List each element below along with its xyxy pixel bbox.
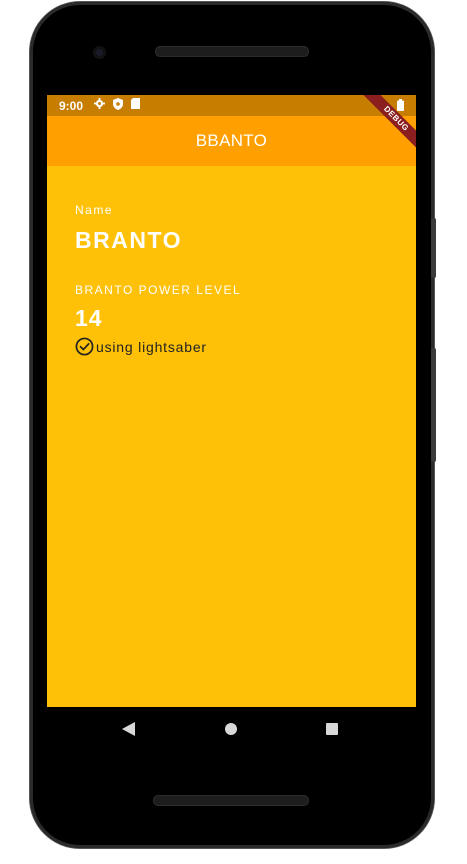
recents-icon[interactable] [326, 723, 338, 735]
app-bar-title: BBANTO [195, 131, 268, 150]
status-time: 9:00 [59, 99, 84, 113]
app-screen: 9:00 BBANTO DEBUG Name BRANTO BRANTO POW… [47, 95, 416, 707]
power-button [431, 348, 436, 462]
system-nav-bar [47, 707, 416, 752]
status-bar: 9:00 [47, 95, 416, 116]
name-value: BRANTO [75, 227, 182, 253]
name-label: Name [75, 203, 114, 217]
back-icon[interactable] [122, 722, 135, 736]
equipment-text: using lightsaber [96, 338, 207, 355]
earpiece-speaker [155, 46, 309, 57]
check-circle-icon [75, 337, 94, 356]
power-level-label: BRANTO POWER LEVEL [75, 283, 242, 297]
home-icon[interactable] [225, 723, 237, 735]
volume-button [431, 218, 436, 278]
app-bar: BBANTO [47, 116, 416, 166]
front-camera [93, 46, 106, 59]
battery-icon [397, 99, 404, 111]
gear-icon [94, 98, 105, 109]
shield-icon [113, 98, 123, 110]
equipment-row: using lightsaber [75, 337, 207, 356]
power-level-value: 14 [75, 305, 103, 331]
profile-section: Name BRANTO [75, 203, 182, 254]
bottom-speaker [153, 795, 309, 806]
sd-card-icon [131, 98, 140, 109]
